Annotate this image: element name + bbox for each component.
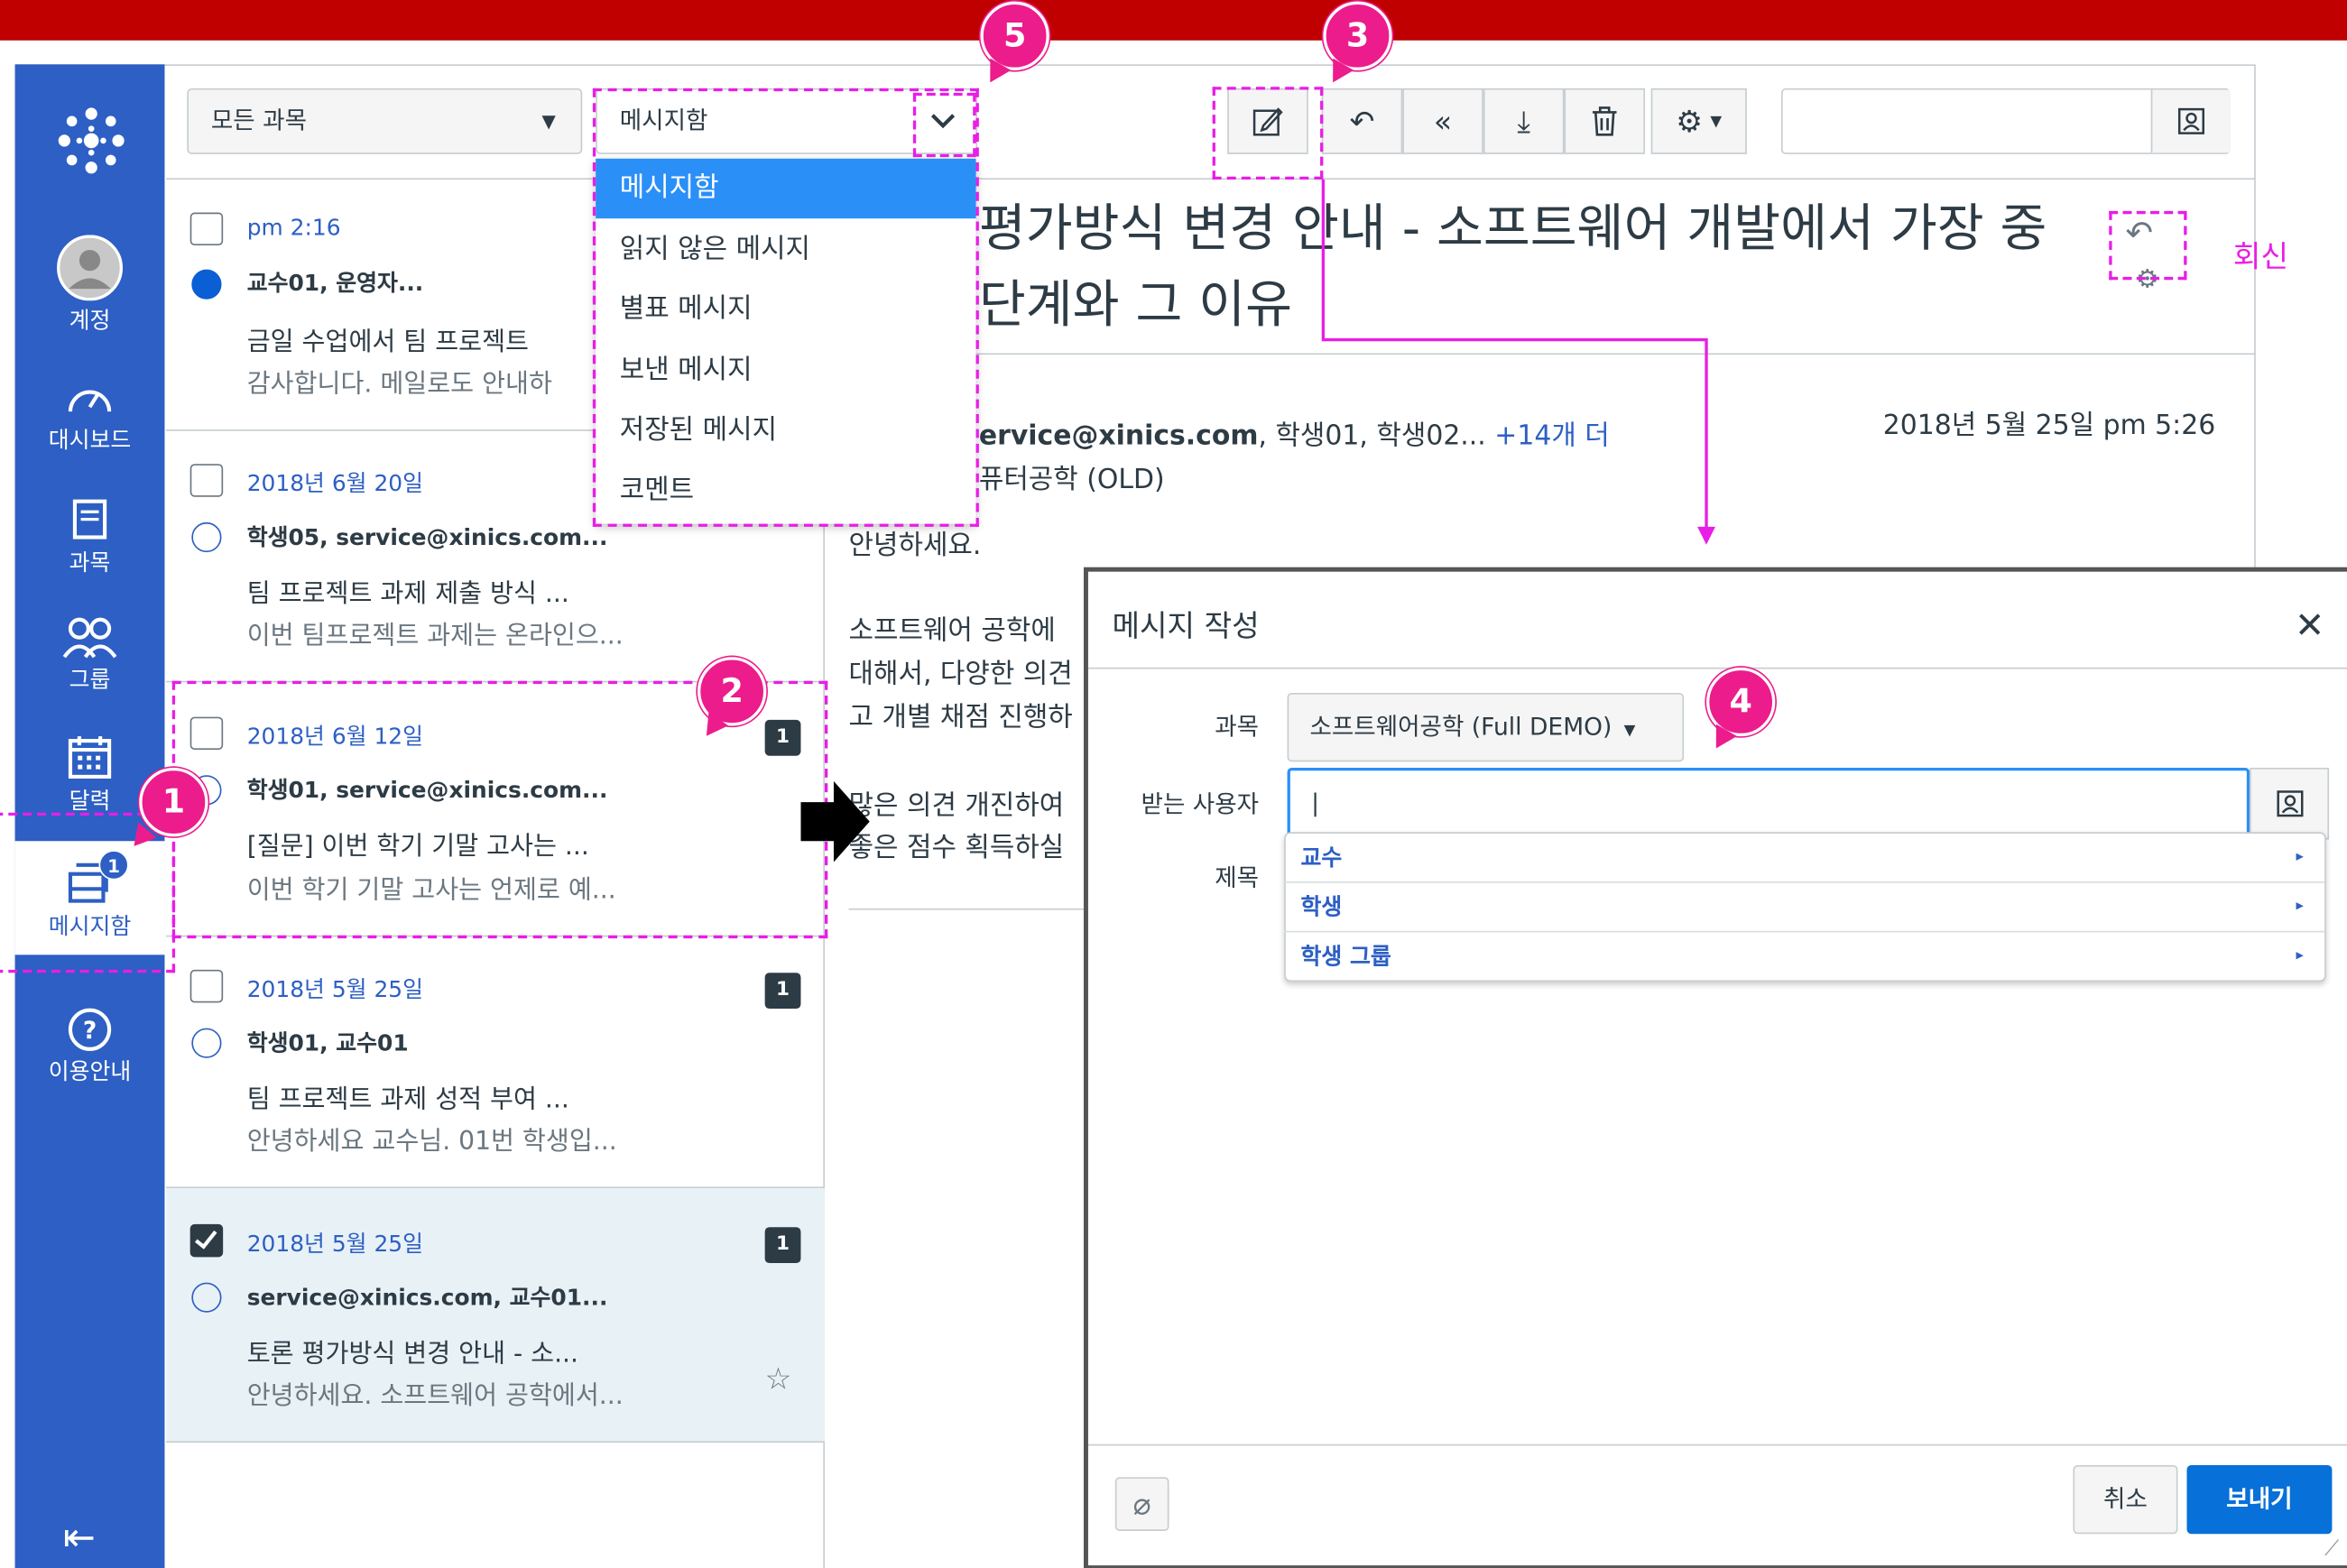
annotation-connector [1321,180,1715,545]
right-arrow-icon [800,780,870,862]
callout-1: 1 [139,767,208,837]
